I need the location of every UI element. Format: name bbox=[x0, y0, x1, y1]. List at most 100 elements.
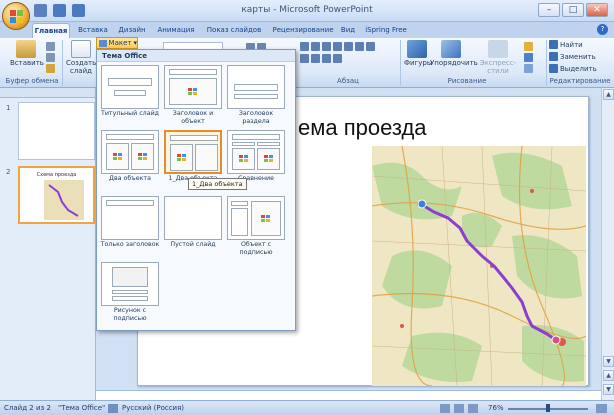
pane-tabs[interactable] bbox=[0, 88, 95, 98]
express-styles-button[interactable]: Экспресс-стили bbox=[472, 40, 524, 75]
line-spacing-icon bbox=[344, 42, 353, 51]
ribbon-tabs: Главная Вставка Дизайн Анимация Показ сл… bbox=[0, 22, 614, 38]
sorter-view-icon[interactable] bbox=[454, 404, 464, 413]
outdent-icon bbox=[333, 42, 342, 51]
tab-slideshow[interactable]: Показ слайдов bbox=[203, 23, 265, 38]
align-left-icon bbox=[300, 54, 309, 63]
normal-view-icon[interactable] bbox=[440, 404, 450, 413]
title-bar: карты - Microsoft PowerPoint – □ ✕ bbox=[0, 0, 614, 22]
slides-pane: 1 2 Схема проезда bbox=[0, 88, 96, 400]
route-map-image[interactable] bbox=[372, 146, 586, 386]
binoculars-icon bbox=[549, 40, 558, 49]
layout-blank[interactable]: Пустой слайд bbox=[162, 196, 224, 249]
select-button[interactable]: Выделить bbox=[549, 64, 597, 73]
layout-title-slide[interactable]: Титульный слайд bbox=[99, 65, 161, 118]
slide-thumbnail-2[interactable]: Схема проезда bbox=[18, 166, 95, 224]
create-slide-button[interactable]: Создать слайд bbox=[66, 40, 96, 75]
bullets-icon bbox=[300, 42, 309, 51]
align-buttons[interactable] bbox=[300, 54, 342, 63]
fill-icon bbox=[524, 42, 533, 51]
layout-1-two-content[interactable]: 1_Два объекта bbox=[162, 130, 224, 183]
layout-two-content[interactable]: Два объекта bbox=[99, 130, 161, 183]
layout-title-only[interactable]: Только заголовок bbox=[99, 196, 161, 249]
language-indicator[interactable]: Русский (Россия) bbox=[122, 404, 184, 412]
effects-button[interactable] bbox=[524, 64, 533, 73]
tab-view[interactable]: Вид bbox=[338, 23, 358, 38]
vertical-scrollbar[interactable]: ▲ ▼ ▲ ▼ bbox=[601, 88, 614, 400]
columns-icon bbox=[355, 42, 364, 51]
shapes-label: Фигуры bbox=[404, 59, 433, 67]
tab-review[interactable]: Рецензирование bbox=[268, 23, 338, 38]
tab-design[interactable]: Дизайн bbox=[114, 23, 150, 38]
thumb-number: 1 bbox=[6, 104, 11, 112]
theme-name[interactable]: "Тема Office" bbox=[58, 404, 105, 412]
notes-pane[interactable] bbox=[96, 390, 601, 400]
thumb-title: Схема проезда bbox=[36, 172, 77, 178]
layout-title-content[interactable]: Заголовок и объект bbox=[162, 65, 224, 125]
express-styles-label: Экспресс-стили bbox=[479, 59, 517, 75]
zoom-level[interactable]: 76% bbox=[488, 404, 504, 412]
styles-icon bbox=[488, 40, 508, 58]
text-direction-icon bbox=[366, 42, 375, 51]
paste-label: Вставить bbox=[10, 59, 44, 67]
thumb-map-image bbox=[44, 180, 84, 220]
layout-picture-caption[interactable]: Рисунок с подписью bbox=[99, 262, 161, 322]
cut-button[interactable] bbox=[46, 42, 55, 51]
tab-insert[interactable]: Вставка bbox=[74, 23, 112, 38]
layout-label: Титульный слайд bbox=[100, 110, 160, 117]
close-button[interactable]: ✕ bbox=[586, 3, 608, 17]
bullets-button[interactable] bbox=[300, 42, 375, 51]
copy-button[interactable] bbox=[46, 53, 55, 62]
help-icon[interactable]: ? bbox=[597, 24, 608, 35]
scroll-up-icon[interactable]: ▲ bbox=[603, 89, 614, 100]
slide-title[interactable]: ема проезда bbox=[298, 115, 427, 141]
scissors-icon bbox=[46, 42, 55, 51]
gallery-header: Тема Office bbox=[97, 50, 295, 62]
fill-button[interactable] bbox=[524, 42, 533, 51]
replace-label: Заменить bbox=[560, 52, 596, 61]
outline-button[interactable] bbox=[524, 53, 533, 62]
layout-section-header[interactable]: Заголовок раздела bbox=[225, 65, 287, 125]
arrange-icon bbox=[441, 40, 461, 58]
slide-thumbnail-1[interactable] bbox=[18, 102, 95, 160]
scroll-down-icon[interactable]: ▼ bbox=[603, 356, 614, 367]
next-slide-icon[interactable]: ▼ bbox=[603, 384, 614, 395]
tab-animation[interactable]: Анимация bbox=[152, 23, 200, 38]
format-painter-button[interactable] bbox=[46, 64, 55, 73]
layout-content-caption[interactable]: Объект с подписью bbox=[225, 196, 287, 256]
window-title: карты - Microsoft PowerPoint bbox=[241, 5, 373, 15]
office-button[interactable] bbox=[2, 2, 30, 30]
layout-button[interactable]: Макет ▾ bbox=[96, 37, 138, 49]
find-label: Найти bbox=[560, 40, 583, 49]
paste-button[interactable]: Вставить bbox=[10, 40, 44, 67]
spellcheck-icon[interactable] bbox=[108, 404, 118, 413]
maximize-button[interactable]: □ bbox=[562, 3, 584, 17]
fit-window-icon[interactable] bbox=[596, 404, 607, 413]
arrange-button[interactable]: Упорядочить bbox=[430, 40, 478, 67]
zoom-slider-thumb[interactable] bbox=[546, 404, 550, 412]
clipboard-group-label: Буфер обмена bbox=[5, 77, 59, 85]
drawing-group-label: Рисование bbox=[447, 77, 487, 85]
justify-icon bbox=[333, 54, 342, 63]
shapes-icon bbox=[407, 40, 427, 58]
paragraph-group-label: Абзац bbox=[337, 77, 359, 85]
layout-comparison[interactable]: Сравнение bbox=[225, 130, 287, 183]
effects-icon bbox=[524, 64, 533, 73]
start-pin-icon bbox=[417, 199, 427, 209]
tab-ispring[interactable]: iSpring Free bbox=[362, 23, 410, 38]
replace-button[interactable]: Заменить bbox=[549, 52, 596, 61]
layout-label: Только заголовок bbox=[100, 241, 160, 248]
minimize-button[interactable]: – bbox=[538, 3, 560, 17]
end-pin-icon bbox=[551, 335, 561, 345]
align-right-icon bbox=[322, 54, 331, 63]
shapes-button[interactable]: Фигуры bbox=[404, 40, 433, 67]
slide-counter: Слайд 2 из 2 bbox=[4, 404, 51, 412]
find-button[interactable]: Найти bbox=[549, 40, 583, 49]
slideshow-view-icon[interactable] bbox=[468, 404, 478, 413]
numbering-icon bbox=[311, 42, 320, 51]
prev-slide-icon[interactable]: ▲ bbox=[603, 370, 614, 381]
tab-home[interactable]: Главная bbox=[32, 23, 70, 38]
select-label: Выделить bbox=[560, 64, 597, 73]
layout-label: Объект с подписью bbox=[239, 241, 273, 256]
indent-icon bbox=[322, 42, 331, 51]
